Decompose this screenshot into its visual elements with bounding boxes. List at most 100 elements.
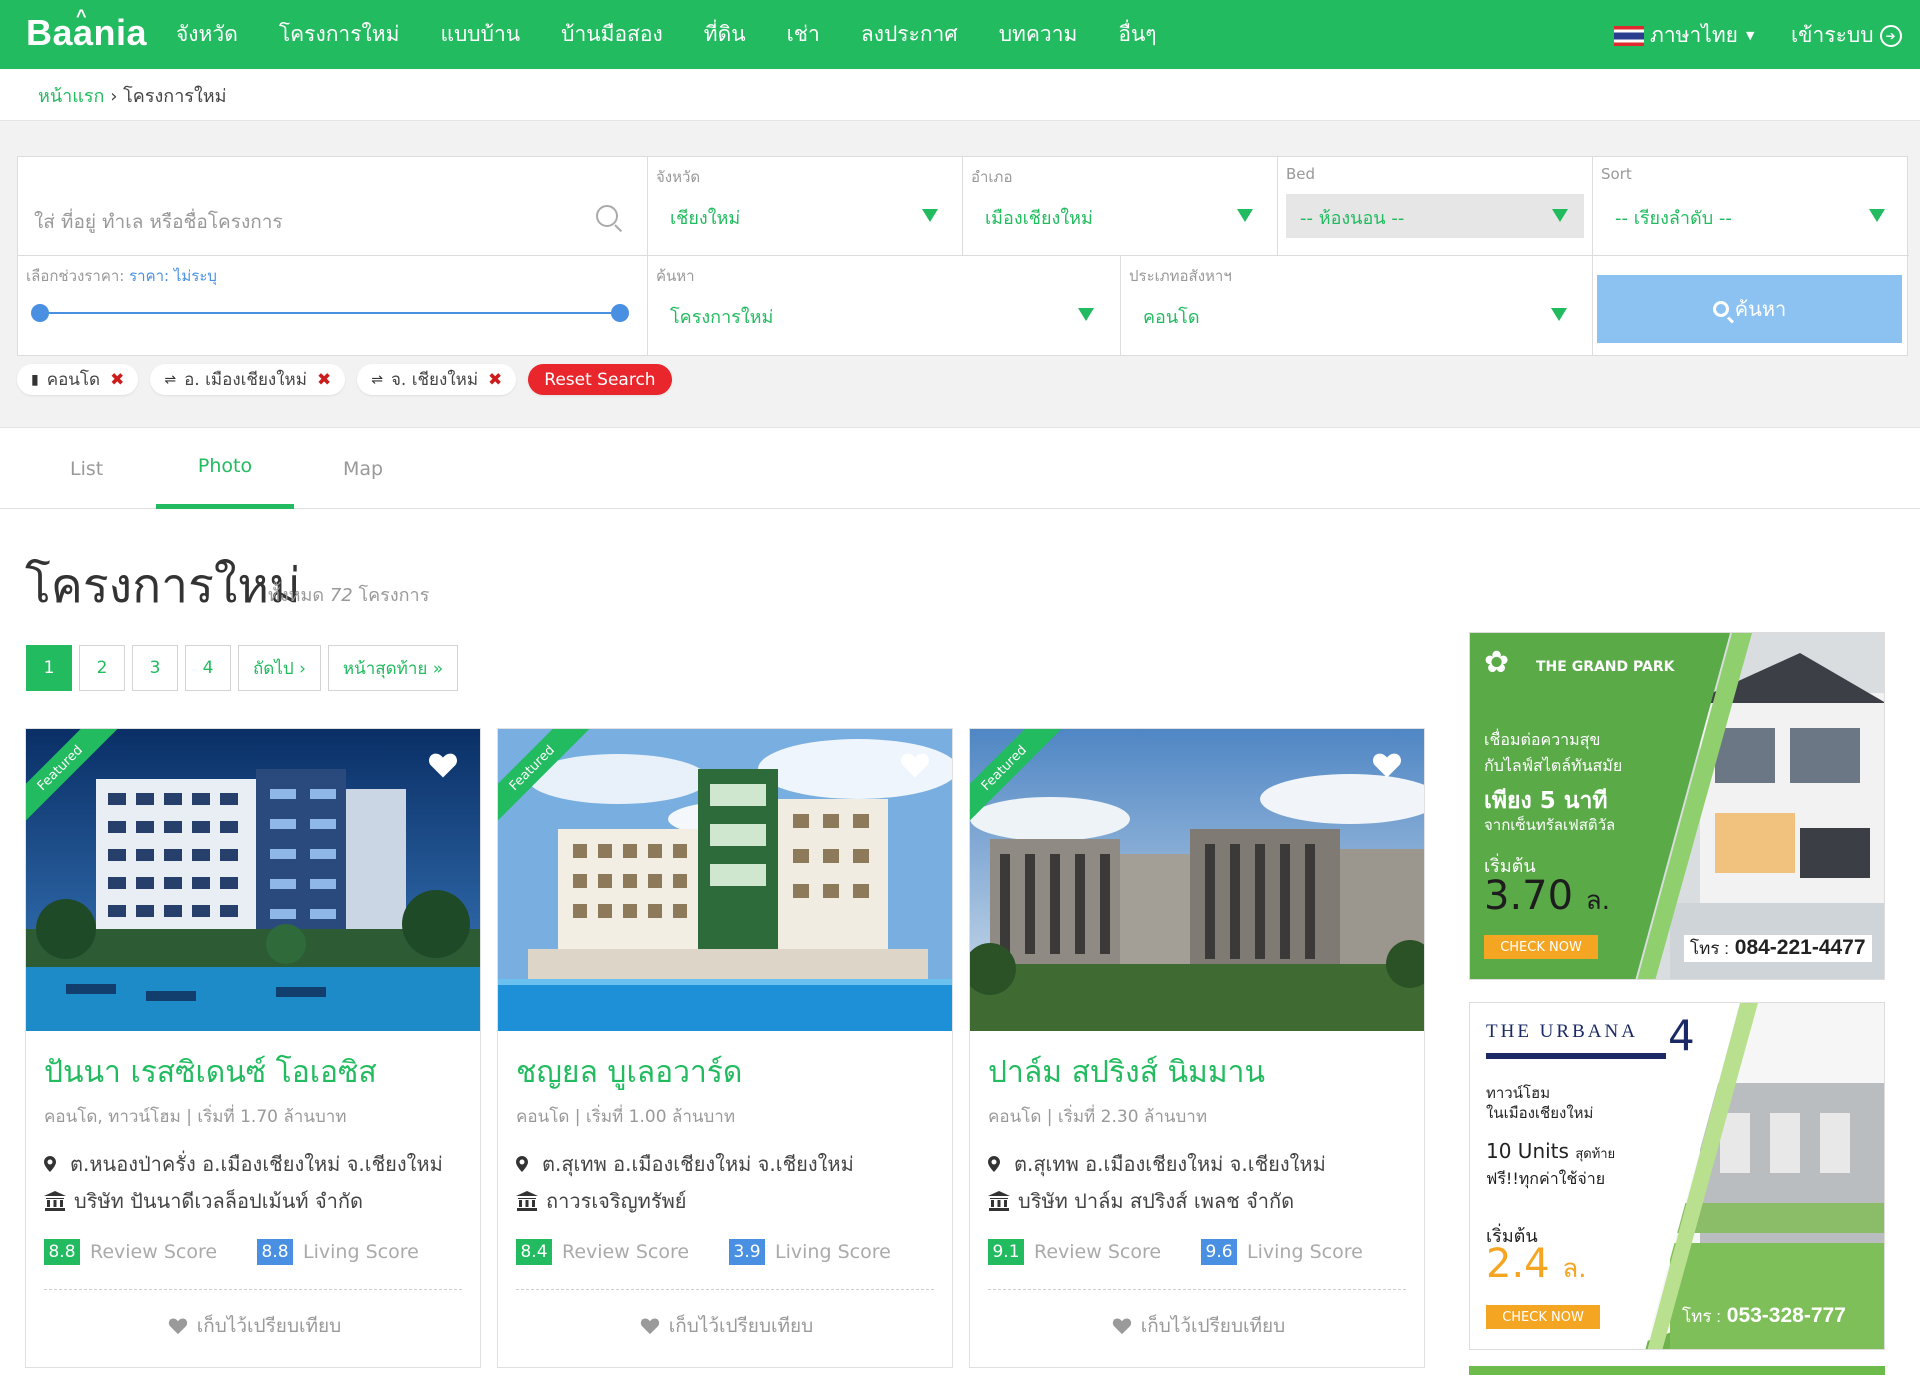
review-score-label: Review Score [562,1241,690,1263]
page-2-button[interactable]: 2 [79,645,125,691]
review-score-label: Review Score [90,1241,218,1263]
listing-location: ต.สุเทพ อ.เมืองเชียงใหม่ จ.เชียงใหม่ [516,1148,854,1180]
menu-item-more[interactable]: อื่นๆ [1118,18,1156,51]
map-sign-icon: ⇌ [164,371,177,388]
view-tabs: List Photo Map [0,428,1920,509]
heart-icon [168,1318,187,1335]
pagination: 1 2 3 4 ถัดไป › หน้าสุดท้าย » [26,645,465,691]
living-score-badge: 9.6 [1201,1239,1238,1265]
ad-brand: THE GRAND PARK [1536,659,1675,675]
listing-photo[interactable]: Featured [970,729,1424,1031]
total-count: ทั้งหมด 72 โครงการ [268,585,430,606]
tab-list[interactable]: List [70,428,103,509]
listing-meta: คอนโด | เริ่มที่ 1.00 ล้านบาท [516,1107,736,1127]
living-score-label: Living Score [775,1241,891,1263]
bed-select[interactable]: Bed -- ห้องนอน -- [1278,157,1593,256]
main-menu: จังหวัด โครงการใหม่ แบบบ้าน บ้านมือสอง ท… [176,0,1198,69]
listing-photo[interactable]: Featured [498,729,952,1031]
institution-icon [516,1191,538,1211]
ad-line4: จากเซ็นทรัลเฟสติวัล [1484,816,1616,834]
urbana-ad[interactable]: THE URBANA 4 ทาวน์โฮม ในเมืองเชียงใหม่ 1… [1469,1002,1885,1350]
compare-button[interactable]: เก็บไว้เปรียบเทียบ [498,1311,954,1341]
grand-park-ad[interactable]: ✿ THE GRAND PARK เชื่อมต่อความสุข กับไลฟ… [1469,632,1885,980]
search-section: ใส่ ที่อยู่ ทำเล หรือชื่อโครงการ จังหวัด… [0,120,1920,428]
tab-map[interactable]: Map [343,428,383,509]
favorite-heart-icon[interactable] [1372,751,1402,779]
menu-item-rent[interactable]: เช่า [787,18,820,51]
search-button[interactable]: ค้นหา [1597,275,1902,343]
compare-button[interactable]: เก็บไว้เปรียบเทียบ [26,1311,482,1341]
favorite-heart-icon[interactable] [428,751,458,779]
price-max-handle[interactable] [611,304,629,322]
language-selector[interactable]: ภาษาไทย ▼ [1614,19,1754,52]
menu-item-second-hand[interactable]: บ้านมือสอง [561,18,663,51]
search-button-label: ค้นหา [1734,297,1787,321]
dropdown-arrow-icon [1552,209,1568,222]
living-score-badge: 3.9 [729,1239,766,1265]
menu-item-province[interactable]: จังหวัด [176,18,238,51]
ad-check-now-button[interactable]: CHECK NOW [1486,1305,1600,1329]
ad-check-now-button[interactable]: CHECK NOW [1484,935,1598,959]
favorite-heart-icon[interactable] [900,751,930,779]
price-value: ราคา: ไม่ระบุ [129,267,217,285]
menu-item-new-projects[interactable]: โครงการใหม่ [279,18,400,51]
listing-title[interactable]: ปาล์ม สปริงส์ นิมมาน [988,1049,1265,1096]
sort-label: Sort [1601,165,1632,183]
page-1-button[interactable]: 1 [26,645,72,691]
keyword-field[interactable]: ใส่ ที่อยู่ ทำเล หรือชื่อโครงการ [18,157,648,256]
page-4-button[interactable]: 4 [185,645,231,691]
listing-location: ต.หนองป่าครั่ง อ.เมืองเชียงใหม่ จ.เชียงใ… [44,1148,443,1180]
compare-button[interactable]: เก็บไว้เปรียบเทียบ [970,1311,1426,1341]
listing-developer: บริษัท ปันนาดีเวลล็อปเม้นท์ จำกัด [44,1185,363,1217]
living-score-label: Living Score [303,1241,419,1263]
breadcrumb-separator: › [110,86,118,107]
sort-value: -- เรียงลำดับ -- [1615,208,1732,229]
listing-card[interactable]: Featured ปันนา เรสซิเดนซ์ โอเอซิส คอนโด,… [25,728,481,1368]
sort-select[interactable]: Sort -- เรียงลำดับ -- [1593,157,1909,256]
remove-filter-icon[interactable]: ✖ [317,370,331,390]
price-min-handle[interactable] [31,304,49,322]
province-value: เชียงใหม่ [670,208,741,229]
next-page-button[interactable]: ถัดไป › [238,645,321,691]
listing-card[interactable]: Featured ชญยล บูเลอวาร์ด คอนโด | เริ่มที… [497,728,953,1368]
tab-photo[interactable]: Photo [156,428,294,509]
map-marker-icon [516,1156,528,1172]
login-button[interactable]: เข้าระบบ ➔ [1791,19,1902,52]
reset-search-button[interactable]: Reset Search [528,364,672,395]
baania-logo[interactable]: Baania ^ [26,6,147,54]
listing-developer: ถาวรเจริญทรัพย์ [516,1185,686,1217]
living-score-badge: 8.8 [257,1239,294,1265]
ad-brand: THE URBANA [1486,1021,1638,1042]
menu-item-post-listing[interactable]: ลงประกาศ [861,18,958,51]
menu-item-house-plans[interactable]: แบบบ้าน [440,18,520,51]
bed-value: -- ห้องนอน -- [1300,208,1405,229]
menu-item-articles[interactable]: บทความ [999,18,1078,51]
page-title: โครงการใหม่ [25,558,301,614]
filter-chip-district: ⇌ อ. เมืองเชียงใหม่ ✖ [150,364,346,395]
listing-title[interactable]: ชญยล บูเลอวาร์ด [516,1049,742,1096]
breadcrumb-home[interactable]: หน้าแรก [38,86,104,107]
listing-photo[interactable]: Featured [26,729,480,1031]
login-label: เข้าระบบ [1791,23,1874,47]
remove-filter-icon[interactable]: ✖ [488,370,502,390]
find-value: โครงการใหม่ [670,307,774,328]
heart-icon [640,1318,659,1335]
province-select[interactable]: จังหวัด เชียงใหม่ [648,157,963,256]
price-label: เลือกช่วงราคา: ราคา: ไม่ระบุ [26,267,217,285]
keyword-input[interactable]: ใส่ ที่อยู่ ทำเล หรือชื่อโครงการ [34,207,283,237]
last-page-button[interactable]: หน้าสุดท้าย » [327,645,459,691]
listing-card[interactable]: Featured ปาล์ม สปริงส์ นิมมาน คอนโด | เร… [969,728,1425,1368]
page-3-button[interactable]: 3 [132,645,178,691]
listing-title[interactable]: ปันนา เรสซิเดนซ์ โอเอซิส [44,1049,377,1096]
property-type-select[interactable]: ประเภทอสังหาฯ คอนโด [1121,256,1593,356]
remove-filter-icon[interactable]: ✖ [110,370,124,390]
price-slider-track[interactable] [40,312,620,314]
district-select[interactable]: อำเภอ เมืองเชียงใหม่ [963,157,1278,256]
filter-chip-label: จ. เชียงใหม่ [390,370,479,390]
divider [516,1289,934,1290]
bed-label: Bed [1286,165,1316,183]
ad-line2: กับไลฟ์สไตล์ทันสมัย [1484,756,1623,775]
ad-phone: โทร : 053-328-777 [1682,1304,1846,1327]
find-select[interactable]: ค้นหา โครงการใหม่ [648,256,1121,356]
menu-item-land[interactable]: ที่ดิน [704,18,746,51]
